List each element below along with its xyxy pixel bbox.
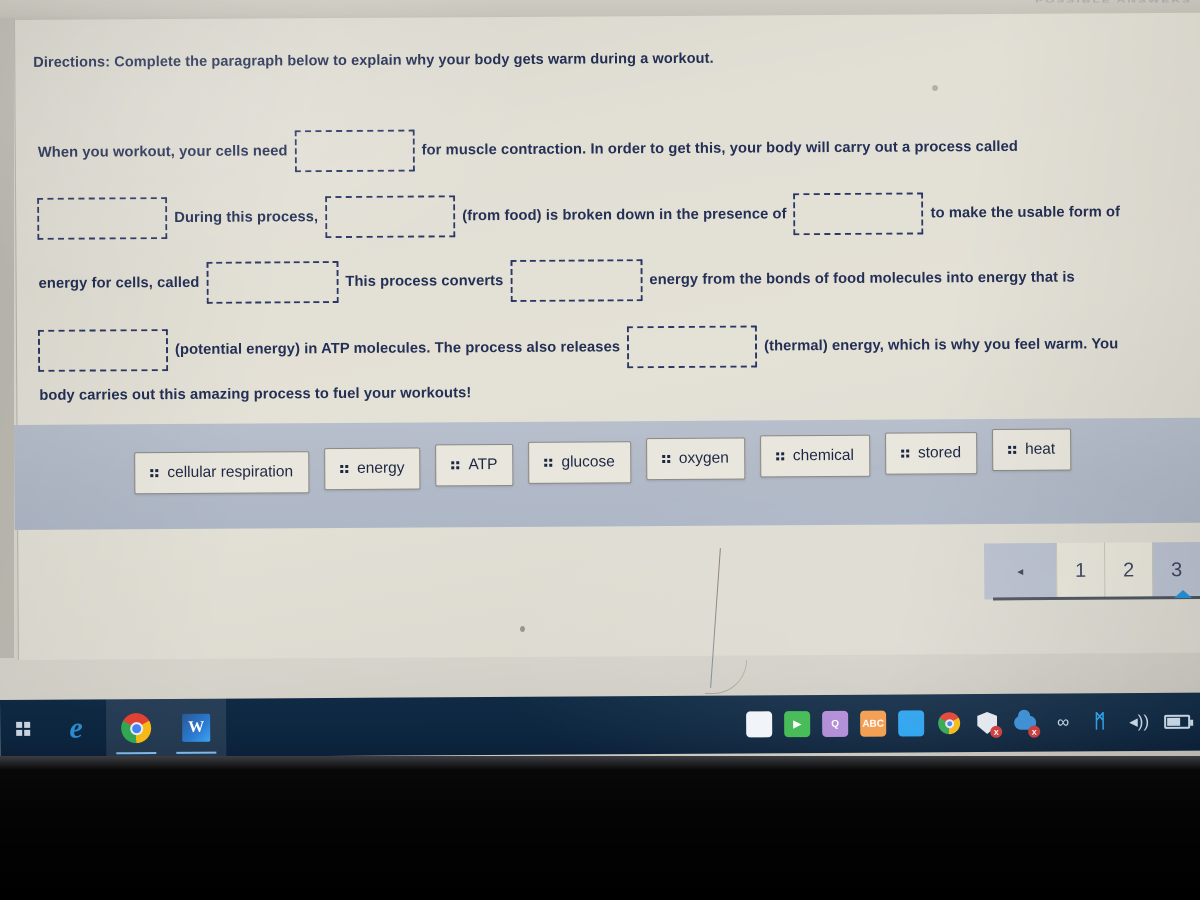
drag-handle-icon	[451, 461, 460, 470]
battery-glyph	[1164, 714, 1191, 729]
photo-tile-icon[interactable]	[746, 711, 773, 738]
picture-tile-icon[interactable]	[898, 710, 925, 737]
answer-blank-3[interactable]	[325, 195, 456, 239]
word-chip-heat[interactable]: heat	[991, 428, 1072, 472]
paragraph-line-1: When you workout, your cells need for mu…	[34, 126, 1022, 174]
laptop-bezel	[0, 756, 1200, 900]
battery-icon[interactable]	[1164, 709, 1191, 735]
directions-text: Directions: Complete the paragraph below…	[33, 50, 714, 71]
triangle-left-icon: ◂	[1017, 564, 1024, 579]
volume-icon[interactable]: ◂))	[1126, 709, 1152, 735]
play-tile-icon[interactable]: ▶	[784, 711, 811, 738]
abc-tile-icon[interactable]: ABC	[860, 710, 887, 737]
search-tile-icon[interactable]: Q	[822, 710, 849, 737]
answer-blank-1[interactable]	[294, 129, 415, 173]
page-button-1[interactable]: 1	[1056, 542, 1105, 600]
word-chip-label: glucose	[561, 453, 615, 471]
taskbar-app-list: e W	[0, 698, 227, 758]
active-page-caret-icon	[1174, 590, 1192, 598]
text-segment: energy from the bonds of food molecules …	[649, 269, 1075, 289]
answer-blank-8[interactable]	[626, 325, 758, 369]
security-shield-icon[interactable]: x	[974, 710, 1003, 738]
drag-handle-icon	[1008, 445, 1017, 454]
screen-speck	[520, 626, 525, 632]
windows-start-icon[interactable]	[0, 700, 46, 758]
word-bank-chip-list: cellular respiration energy ATP glucose	[134, 428, 1194, 495]
text-segment: body carries out this amazing process to…	[39, 385, 472, 404]
previous-page-button[interactable]: ◂	[984, 543, 1057, 600]
page-button-2[interactable]: 2	[1104, 542, 1153, 599]
text-segment: to make the usable form of	[930, 204, 1121, 222]
link-icon[interactable]: ∞	[1050, 709, 1076, 735]
answer-blank-7[interactable]	[37, 329, 169, 372]
drag-handle-icon	[340, 464, 349, 474]
text-segment: energy for cells, called	[38, 274, 200, 292]
word-icon: W	[182, 713, 211, 742]
word-chip-label: chemical	[792, 446, 855, 465]
drag-handle-icon	[775, 452, 784, 461]
word-chip-stored[interactable]: stored	[884, 432, 978, 475]
word-chip-label: heat	[1024, 440, 1056, 458]
text-segment: (potential energy) in ATP molecules. The…	[174, 339, 621, 359]
word-chip-label: oxygen	[678, 449, 729, 467]
answer-blank-4[interactable]	[793, 192, 924, 236]
system-tray: ▶ Q ABC x x ∞ ᛗ ◂))	[746, 693, 1196, 754]
error-badge-icon: x	[1028, 725, 1041, 738]
play-glyph: ▶	[784, 711, 811, 738]
error-badge-icon: x	[990, 725, 1003, 738]
text-segment: During this process,	[174, 209, 319, 227]
text-segment: (thermal) energy, which is why you feel …	[764, 336, 1119, 355]
word-chip-glucose[interactable]: glucose	[528, 441, 631, 484]
top-cut-text: POSSIBLE ANSWERS	[1035, 0, 1192, 4]
text-segment: When you workout, your cells need	[37, 143, 288, 161]
windows-taskbar: e W ▶ Q ABC x x ∞ ᛗ ◂))	[0, 692, 1200, 758]
word-chip-oxygen[interactable]: oxygen	[645, 437, 745, 481]
word-chip-label: ATP	[468, 456, 498, 474]
screen-scratch	[705, 660, 747, 694]
drag-handle-icon	[544, 458, 553, 467]
word-chip-label: energy	[357, 459, 405, 477]
taskbar-word-button[interactable]: W	[165, 698, 227, 757]
word-chip-label: cellular respiration	[167, 463, 294, 482]
word-chip-cellular-respiration[interactable]: cellular respiration	[134, 451, 310, 495]
word-chip-label: stored	[917, 444, 962, 462]
pagination-control: ◂ 1 2 3	[984, 542, 1200, 600]
paragraph-line-2: During this process, (from food) is brok…	[34, 191, 1124, 240]
screen-speck	[932, 85, 938, 91]
paragraph-line-3: energy for cells, called This process co…	[34, 257, 1078, 305]
abc-glyph: ABC	[860, 710, 887, 737]
answer-blank-5[interactable]	[206, 261, 339, 304]
word-chip-chemical[interactable]: chemical	[759, 434, 871, 478]
answer-blank-6[interactable]	[510, 259, 643, 302]
drag-handle-icon	[900, 449, 909, 458]
search-glyph: Q	[822, 710, 849, 737]
onedrive-cloud-icon[interactable]: x	[1012, 710, 1041, 738]
chrome-tray-icon[interactable]	[936, 710, 962, 736]
window-left-gutter	[0, 18, 14, 658]
laptop-screen-photo: POSSIBLE ANSWERS Directions: Complete th…	[0, 0, 1200, 900]
edge-icon: e	[69, 711, 83, 745]
answer-blank-2[interactable]	[37, 197, 168, 240]
chrome-icon	[121, 713, 152, 744]
word-bank-band: cellular respiration energy ATP glucose	[14, 417, 1200, 530]
bluetooth-glyph: ᛗ	[1094, 711, 1106, 733]
drag-handle-icon	[661, 454, 670, 464]
bluetooth-icon[interactable]: ᛗ	[1088, 709, 1114, 735]
word-chip-energy[interactable]: energy	[323, 447, 421, 491]
taskbar-chrome-button[interactable]	[105, 698, 167, 758]
laptop-display: POSSIBLE ANSWERS Directions: Complete th…	[0, 0, 1200, 762]
drag-handle-icon	[150, 469, 159, 478]
bezel-sheen	[0, 756, 1200, 770]
paragraph-line-4: (potential energy) in ATP molecules. The…	[35, 323, 1123, 372]
word-chip-atp[interactable]: ATP	[435, 443, 514, 487]
chrome-icon	[938, 712, 961, 735]
start-glyph-icon	[16, 721, 31, 736]
text-segment: for muscle contraction. In order to get …	[421, 138, 1018, 159]
taskbar-edge-button[interactable]: e	[46, 699, 106, 757]
text-segment: This process converts	[345, 273, 504, 290]
text-segment: (from food) is broken down in the presen…	[462, 206, 787, 225]
paragraph-line-5: body carries out this amazing process to…	[35, 385, 475, 404]
